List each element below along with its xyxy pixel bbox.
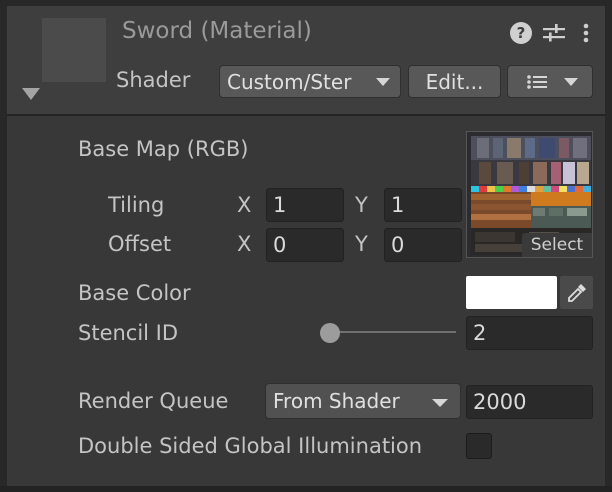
- foldout-arrow-icon[interactable]: [22, 88, 40, 100]
- list-icon: [527, 75, 547, 89]
- material-preview-thumbnail: [42, 18, 106, 82]
- edit-button-label: Edit...: [425, 69, 484, 94]
- tiling-y-field[interactable]: 1: [384, 188, 462, 222]
- offset-y-value: 0: [391, 233, 405, 257]
- offset-x-field[interactable]: 0: [266, 228, 344, 262]
- tiling-x-value: 1: [273, 193, 287, 217]
- double-sided-gi-checkbox[interactable]: [466, 433, 492, 459]
- stencil-id-slider-track[interactable]: [330, 331, 456, 333]
- render-queue-dropdown[interactable]: From Shader: [265, 383, 461, 419]
- base-color-label: Base Color: [78, 281, 191, 305]
- tiling-x-field[interactable]: 1: [266, 188, 344, 222]
- stencil-id-slider-handle[interactable]: [320, 323, 340, 343]
- texture-select-button[interactable]: Select: [522, 233, 592, 257]
- render-queue-value: 2000: [473, 390, 527, 414]
- material-title: Sword (Material): [122, 18, 312, 44]
- offset-y-label: Y: [355, 232, 368, 256]
- tiling-y-label: Y: [355, 193, 368, 217]
- tiling-x-label: X: [237, 193, 252, 217]
- double-sided-gi-label: Double Sided Global Illumination: [78, 434, 423, 458]
- help-icon[interactable]: ?: [510, 22, 532, 44]
- more-icon[interactable]: [580, 22, 592, 44]
- shader-dropdown[interactable]: Custom/Ster: [219, 65, 401, 98]
- stencil-id-label: Stencil ID: [78, 321, 179, 345]
- material-options-dropdown[interactable]: [507, 65, 593, 98]
- chevron-down-icon: [432, 399, 448, 407]
- offset-x-label: X: [237, 232, 252, 256]
- window-frame-right: [605, 0, 612, 492]
- shader-dropdown-value: Custom/Ster: [227, 69, 352, 94]
- stencil-id-field[interactable]: 2: [466, 316, 593, 350]
- chevron-down-icon: [564, 78, 578, 86]
- presets-icon[interactable]: [542, 22, 566, 44]
- window-frame-bottom: [0, 486, 612, 492]
- offset-y-field[interactable]: 0: [384, 228, 462, 262]
- render-queue-mode: From Shader: [273, 389, 400, 413]
- eyedropper-icon[interactable]: [560, 276, 593, 309]
- base-map-label: Base Map (RGB): [78, 137, 249, 161]
- offset-x-value: 0: [273, 233, 287, 257]
- help-glyph: ?: [516, 24, 526, 42]
- base-color-swatch[interactable]: [466, 276, 557, 309]
- shader-label: Shader: [116, 68, 191, 92]
- tiling-y-value: 1: [391, 193, 405, 217]
- render-queue-field[interactable]: 2000: [466, 385, 593, 419]
- render-queue-label: Render Queue: [78, 389, 229, 413]
- offset-label: Offset: [108, 232, 172, 256]
- tiling-label: Tiling: [108, 193, 165, 217]
- window-frame-left: [0, 0, 7, 492]
- chevron-down-icon: [376, 78, 390, 86]
- stencil-id-value: 2: [473, 321, 487, 345]
- edit-shader-button[interactable]: Edit...: [408, 65, 501, 98]
